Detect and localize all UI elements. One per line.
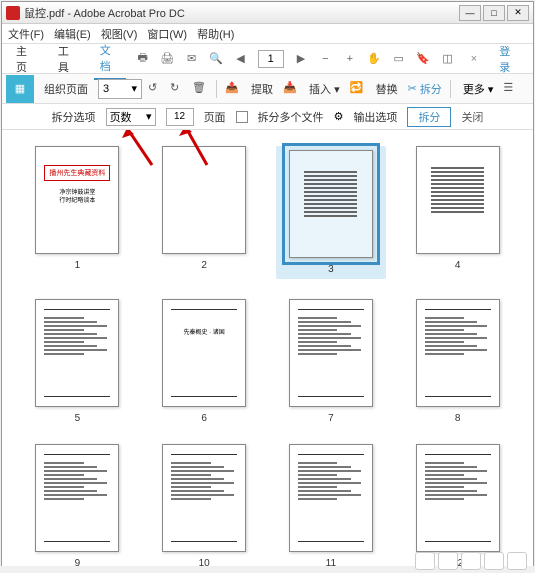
scissors-icon: ✂	[408, 82, 417, 95]
page-thumbnail[interactable]: 4	[402, 146, 513, 279]
page-number-label: 10	[199, 558, 210, 566]
page-number-label: 6	[201, 413, 207, 424]
gear-icon[interactable]: ⚙	[334, 110, 344, 123]
page-thumbnail[interactable]: 5	[22, 299, 133, 424]
extract-icon[interactable]: 📤	[225, 81, 241, 97]
main-toolbar: 主页 工具 文档 🖶 🖨 ✉ 🔍 ◀ ▶ − + ✋ ▭ 🔖 ◫ × 登录	[2, 44, 533, 74]
page-thumbnail[interactable]: 先秦概史 · 诸国 6	[149, 299, 260, 424]
save-icon[interactable]: 🖶	[136, 51, 150, 67]
more-button[interactable]: 更多 ▾	[459, 81, 498, 97]
rotate-left-icon[interactable]: ↺	[148, 81, 164, 97]
page-preview: 播州先生典藏资料净宗钟鼓讲堂行时纪略谈本	[35, 146, 119, 254]
extract-label[interactable]: 提取	[247, 81, 277, 97]
tray-icon[interactable]	[507, 552, 527, 570]
page-number-label: 1	[75, 260, 81, 271]
page-thumbnail[interactable]: 11	[276, 444, 387, 566]
page-preview	[162, 146, 246, 254]
pages-label: 页面	[204, 109, 226, 125]
page-thumbnail[interactable]: 8	[402, 299, 513, 424]
menu-window[interactable]: 窗口(W)	[147, 26, 187, 42]
page-dropdown[interactable]: 3▾	[98, 79, 142, 99]
delete-icon[interactable]: 🗑	[192, 81, 208, 97]
page-number-label: 2	[201, 260, 207, 271]
replace-icon[interactable]: 🔁	[350, 81, 366, 97]
tray-icon[interactable]	[438, 552, 458, 570]
page-preview	[416, 146, 500, 254]
page-number-label: 7	[328, 413, 334, 424]
organize-toolbar: ▦ 组织页面 3▾ ↺ ↻ 🗑 📤 提取 📥 插入 ▾ 🔁 替换 ✂拆分 更多 …	[2, 74, 533, 104]
separator	[450, 80, 451, 98]
page-thumbnail[interactable]: 3	[276, 146, 387, 279]
page-preview: 先秦概史 · 诸国	[162, 299, 246, 407]
split-options-label: 拆分选项	[52, 109, 96, 125]
page-thumbnail[interactable]: 10	[149, 444, 260, 566]
close-panel-button[interactable]: 关闭	[461, 109, 483, 125]
page-number-label: 11	[326, 558, 336, 566]
page-number-input[interactable]	[258, 50, 284, 68]
page-number-label: 5	[75, 413, 81, 424]
select-icon[interactable]: ▭	[391, 51, 405, 67]
zoom-in-icon[interactable]: +	[343, 51, 357, 67]
login-link[interactable]: 登录	[493, 43, 525, 75]
page-preview	[289, 299, 373, 407]
tray-icon[interactable]	[461, 552, 481, 570]
page-preview	[35, 444, 119, 552]
tray-icon[interactable]	[484, 552, 504, 570]
page-thumbnail[interactable]: 2	[149, 146, 260, 279]
rotate-right-icon[interactable]: ↻	[170, 81, 186, 97]
thumbnail-area[interactable]: 播州先生典藏资料净宗钟鼓讲堂行时纪略谈本12345先秦概史 · 诸国678910…	[2, 130, 533, 566]
tab-document[interactable]: 文档	[94, 38, 126, 80]
print-icon[interactable]: 🖨	[160, 51, 174, 67]
maximize-button[interactable]: □	[483, 5, 505, 21]
page-preview	[162, 444, 246, 552]
page-number-label: 3	[328, 264, 334, 275]
hand-icon[interactable]: ✋	[367, 51, 381, 67]
zoom-out-icon[interactable]: −	[318, 51, 332, 67]
page-thumbnail[interactable]: 播州先生典藏资料净宗钟鼓讲堂行时纪略谈本 1	[22, 146, 133, 279]
crop-icon[interactable]: ◫	[440, 51, 454, 67]
window-title: 鼠控.pdf - Adobe Acrobat Pro DC	[24, 5, 457, 21]
split-button[interactable]: ✂拆分	[408, 81, 442, 97]
replace-label[interactable]: 替换	[372, 81, 402, 97]
page-preview	[416, 299, 500, 407]
menu-help[interactable]: 帮助(H)	[197, 26, 234, 42]
split-mode-dropdown[interactable]: 页数▾	[106, 108, 156, 126]
titlebar: 鼠控.pdf - Adobe Acrobat Pro DC — □ ✕	[2, 2, 533, 24]
page-thumbnail[interactable]: 12	[402, 444, 513, 566]
output-options-label[interactable]: 输出选项	[353, 109, 397, 125]
minimize-button[interactable]: —	[459, 5, 481, 21]
panel-close-button[interactable]: ×	[465, 51, 483, 67]
tab-tools[interactable]: 工具	[52, 39, 84, 79]
page-thumbnail[interactable]: 7	[276, 299, 387, 424]
page-number-label: 4	[455, 260, 461, 271]
organize-pages-icon[interactable]: ▦	[6, 75, 34, 103]
multi-file-label: 拆分多个文件	[258, 109, 324, 125]
insert-label[interactable]: 插入 ▾	[305, 81, 344, 97]
separator	[216, 80, 217, 98]
menu-icon[interactable]: ☰	[503, 81, 519, 97]
page-preview	[289, 150, 373, 258]
mail-icon[interactable]: ✉	[184, 51, 198, 67]
organize-label: 组织页面	[40, 81, 92, 97]
bookmark-icon[interactable]: 🔖	[416, 51, 430, 67]
split-options-bar: 拆分选项 页数▾ 页面 拆分多个文件 ⚙ 输出选项 拆分 关闭	[2, 104, 533, 130]
tray-icons	[415, 552, 527, 570]
page-preview	[35, 299, 119, 407]
insert-icon[interactable]: 📥	[283, 81, 299, 97]
page-number-label: 9	[75, 558, 81, 566]
page-thumbnail[interactable]: 9	[22, 444, 133, 566]
page-number-label: 8	[455, 413, 461, 424]
search-icon[interactable]: 🔍	[209, 51, 223, 67]
app-icon	[6, 6, 20, 20]
prev-page-icon[interactable]: ◀	[233, 51, 247, 67]
split-action-button[interactable]: 拆分	[407, 107, 451, 127]
tray-icon[interactable]	[415, 552, 435, 570]
split-number-input[interactable]	[166, 108, 194, 126]
next-page-icon[interactable]: ▶	[294, 51, 308, 67]
close-button[interactable]: ✕	[507, 5, 529, 21]
multi-file-checkbox[interactable]	[236, 111, 248, 123]
page-preview	[416, 444, 500, 552]
page-preview	[289, 444, 373, 552]
tab-home[interactable]: 主页	[10, 39, 42, 79]
